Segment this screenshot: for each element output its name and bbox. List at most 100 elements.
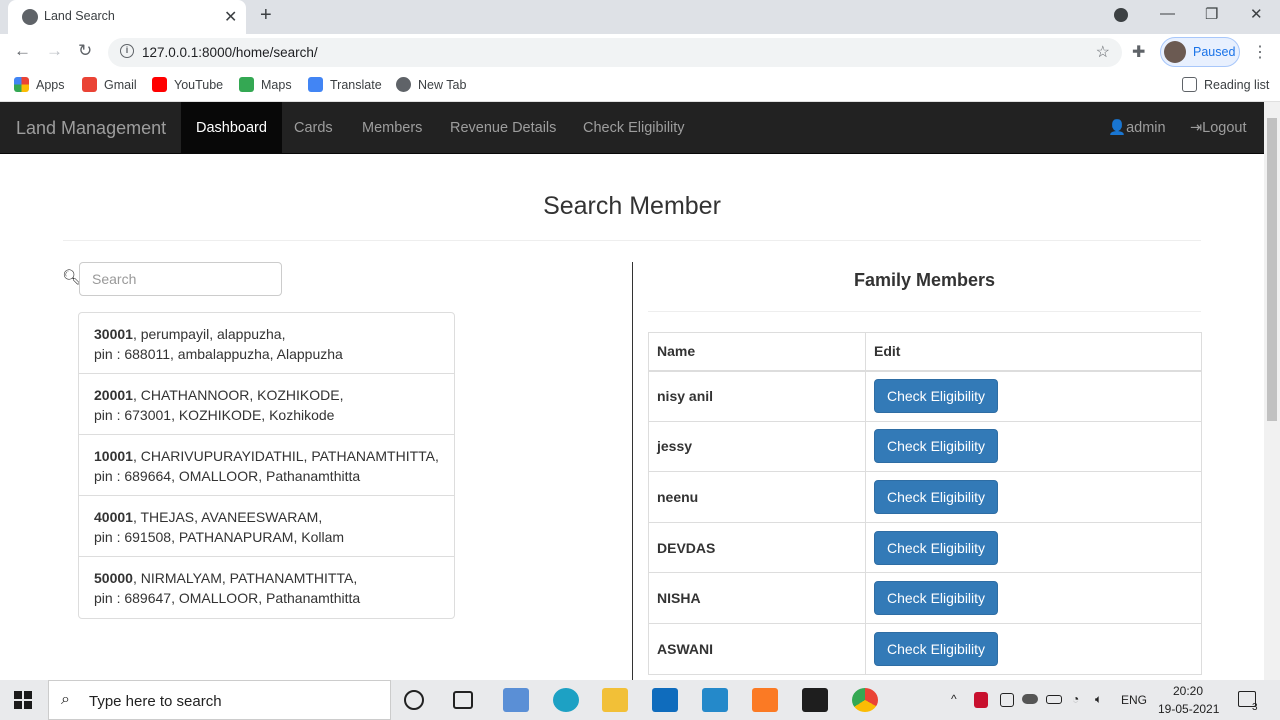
clock-date[interactable]: 19-05-2021	[1158, 702, 1219, 716]
translate-icon	[308, 77, 323, 92]
list-item[interactable]: 20001, CHATHANNOOR, KOZHIKODE, pin : 6730…	[79, 374, 454, 435]
member-name: DEVDAS	[648, 521, 866, 574]
new-tab-icon[interactable]: +	[260, 4, 272, 27]
browser-toolbar: ← → ↻ i 127.0.0.1:8000/home/search/ ☆ ✚ …	[0, 34, 1280, 70]
browser-menu-icon[interactable]: ⋮	[1252, 42, 1268, 62]
title-divider	[63, 240, 1201, 241]
back-icon[interactable]: ←	[14, 41, 31, 61]
terminal-icon[interactable]	[802, 688, 828, 712]
bookmark-youtube[interactable]: YouTube	[152, 77, 223, 92]
bookmark-translate[interactable]: Translate	[308, 77, 382, 92]
browser-tab[interactable]: Land Search ✕	[8, 0, 246, 34]
windows-taskbar: ⌕ Type here to search ^ ◔ 🔈︎ ENG 20:20 1…	[0, 680, 1280, 720]
check-eligibility-button[interactable]: Check Eligibility	[874, 379, 999, 414]
family-members-table: Name Edit nisy anil Check Eligibility jes…	[648, 332, 1202, 675]
nav-members[interactable]: Members	[347, 102, 437, 154]
taskbar-search[interactable]: ⌕ Type here to search	[48, 680, 391, 720]
youtube-icon	[152, 77, 167, 92]
search-input[interactable]	[79, 262, 282, 296]
profile-status: Paused	[1193, 45, 1236, 59]
page-scrollbar[interactable]	[1264, 102, 1280, 680]
brand-link[interactable]: Land Management	[16, 118, 166, 139]
minimize-icon[interactable]: —	[1160, 5, 1175, 22]
mcafee-icon[interactable]	[974, 692, 988, 708]
table-header-row: Name Edit	[648, 332, 1202, 372]
language-indicator[interactable]: ENG	[1121, 693, 1147, 707]
extensions-icon[interactable]: ✚	[1132, 42, 1145, 62]
bookmark-new-tab[interactable]: New Tab	[396, 77, 466, 92]
list-item[interactable]: 40001, THEJAS, AVANEESWARAM, pin : 691508…	[79, 496, 454, 557]
xampp-icon[interactable]	[752, 688, 778, 712]
close-window-icon[interactable]: ✕	[1250, 5, 1263, 23]
edge-icon[interactable]	[553, 688, 579, 712]
task-view-icon[interactable]	[453, 691, 473, 709]
windows-start-icon[interactable]	[14, 691, 32, 709]
tab-search-icon[interactable]	[1114, 8, 1128, 22]
laptop-icon[interactable]	[503, 688, 529, 712]
volume-icon[interactable]: 🔈︎	[1095, 692, 1102, 707]
logout-icon: ⇥	[1190, 120, 1203, 136]
list-item[interactable]: 50000, NIRMALYAM, PATHANAMTHITTA, pin : 6…	[79, 557, 454, 618]
check-eligibility-button[interactable]: Check Eligibility	[874, 479, 999, 514]
nav-user[interactable]: 👤admin	[1108, 102, 1166, 154]
vscode-icon[interactable]	[702, 688, 728, 712]
table-row: NISHA Check Eligibility	[648, 572, 1202, 624]
check-eligibility-button[interactable]: Check Eligibility	[874, 581, 999, 616]
bookmark-gmail[interactable]: Gmail	[82, 77, 137, 92]
file-explorer-icon[interactable]	[602, 688, 628, 712]
nav-check-eligibility[interactable]: Check Eligibility	[568, 102, 700, 154]
nav-revenue-details[interactable]: Revenue Details	[435, 102, 571, 154]
bookmark-star-icon[interactable]: ☆	[1096, 42, 1110, 62]
profile-button[interactable]: Paused	[1160, 37, 1240, 67]
nav-cards[interactable]: Cards	[279, 102, 348, 154]
chrome-icon[interactable]	[852, 688, 878, 712]
site-info-icon[interactable]: i	[120, 44, 134, 58]
avatar	[1164, 41, 1186, 63]
bookmark-apps[interactable]: Apps	[14, 77, 65, 92]
battery-icon[interactable]	[1046, 695, 1062, 704]
check-eligibility-button[interactable]: Check Eligibility	[874, 429, 999, 464]
cortana-icon[interactable]	[404, 690, 424, 710]
page-viewport: Land Management Dashboard Cards Members …	[0, 102, 1264, 680]
gmail-icon	[82, 77, 97, 92]
page-title: Search Member	[543, 192, 721, 220]
member-name: ASWANI	[648, 622, 866, 675]
nav-logout[interactable]: ⇥Logout	[1190, 102, 1247, 154]
scrollbar-thumb[interactable]	[1267, 118, 1277, 421]
family-members-heading: Family Members	[853, 270, 996, 290]
app-navbar: Land Management Dashboard Cards Members …	[0, 102, 1264, 154]
column-divider	[632, 262, 633, 680]
notification-count: 3	[1252, 702, 1258, 713]
list-item[interactable]: 30001, perumpayil, alappuzha, pin : 68801…	[79, 313, 454, 374]
check-eligibility-button[interactable]: Check Eligibility	[874, 530, 999, 565]
address-bar[interactable]: i 127.0.0.1:8000/home/search/ ☆	[108, 38, 1122, 67]
restore-icon[interactable]: ❐	[1205, 5, 1218, 23]
device-icon[interactable]	[1000, 693, 1014, 707]
forward-icon[interactable]: →	[46, 41, 63, 61]
mail-icon[interactable]	[652, 688, 678, 712]
table-row: ASWANI Check Eligibility	[648, 622, 1202, 675]
table-row: jessy Check Eligibility	[648, 420, 1202, 473]
show-hidden-icons-icon[interactable]: ^	[951, 692, 957, 706]
nav-dashboard[interactable]: Dashboard	[181, 102, 282, 154]
column-header-name: Name	[648, 332, 866, 372]
list-item[interactable]: 10001, CHARIVUPURAYIDATHIL, PATHANAMTHIT…	[79, 435, 454, 496]
bookmark-maps[interactable]: Maps	[239, 77, 292, 92]
check-eligibility-button[interactable]: Check Eligibility	[874, 631, 999, 666]
globe-icon	[396, 77, 411, 92]
url-text[interactable]: 127.0.0.1:8000/home/search/	[142, 45, 318, 60]
column-header-edit: Edit	[865, 332, 1202, 372]
onedrive-icon[interactable]	[1022, 694, 1038, 704]
maps-icon	[239, 77, 254, 92]
close-tab-icon[interactable]: ✕	[224, 7, 237, 27]
user-icon: 👤	[1108, 120, 1127, 136]
taskbar-search-placeholder: Type here to search	[89, 693, 222, 710]
wifi-icon[interactable]: ◔	[1072, 692, 1079, 706]
member-name: NISHA	[648, 572, 866, 624]
reading-list[interactable]: Reading list	[1182, 77, 1269, 92]
bookmarks-bar: Apps Gmail YouTube Maps Translate New Ta…	[0, 70, 1280, 102]
globe-icon	[22, 9, 38, 25]
reload-icon[interactable]: ↻	[78, 41, 92, 61]
tab-title: Land Search	[44, 9, 115, 23]
clock-time[interactable]: 20:20	[1173, 684, 1203, 698]
